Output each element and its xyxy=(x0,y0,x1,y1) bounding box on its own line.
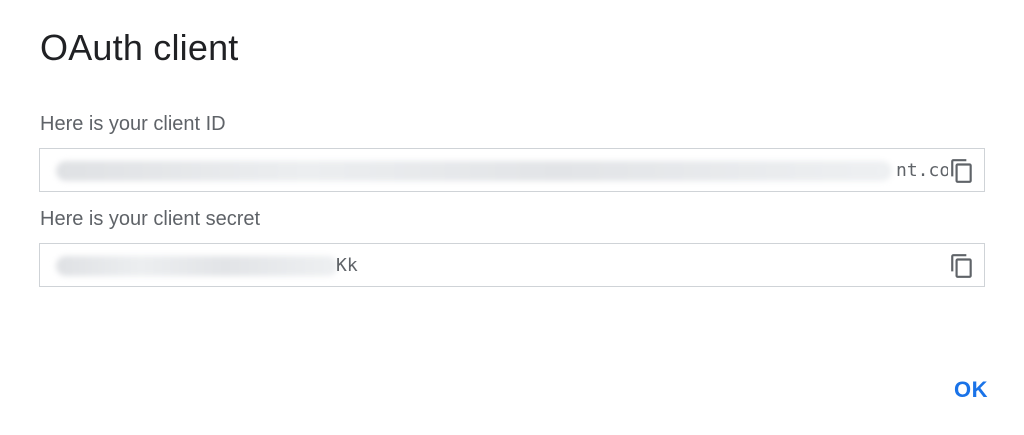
copy-icon xyxy=(951,159,972,183)
dialog-title: OAuth client xyxy=(40,27,239,68)
copy-icon xyxy=(951,254,972,278)
client-secret-redacted-value xyxy=(56,256,338,276)
client-secret-field[interactable]: Kk xyxy=(39,243,985,287)
client-id-field[interactable]: nt.co xyxy=(39,148,985,192)
client-secret-value-tail: Kk xyxy=(336,255,358,276)
copy-client-id-button[interactable] xyxy=(948,157,976,185)
client-id-value-tail: nt.co xyxy=(896,160,950,181)
client-secret-label: Here is your client secret xyxy=(40,208,261,230)
copy-client-secret-button[interactable] xyxy=(948,252,976,280)
client-id-label: Here is your client ID xyxy=(40,113,226,135)
oauth-client-dialog: OAuth client Here is your client ID nt.c… xyxy=(0,0,1024,435)
client-id-redacted-value xyxy=(56,161,892,181)
ok-button[interactable]: OK xyxy=(938,366,1004,414)
